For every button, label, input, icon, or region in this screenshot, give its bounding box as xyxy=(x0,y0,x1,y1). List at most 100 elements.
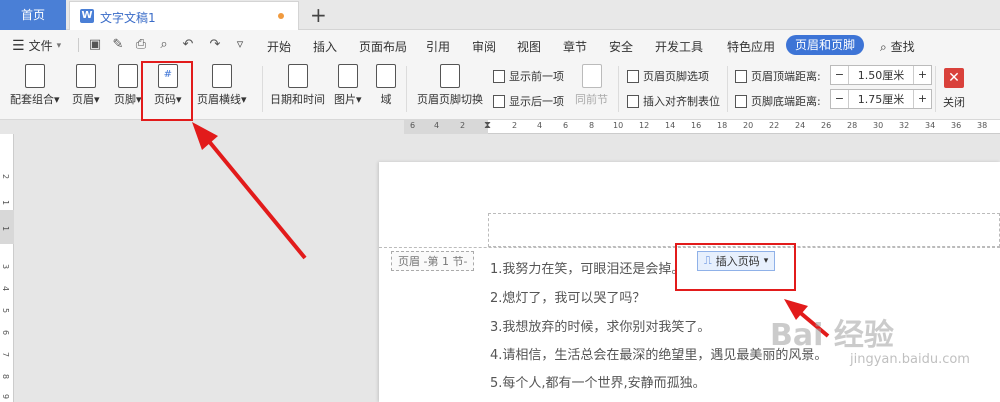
ruler-tick: 4 xyxy=(537,121,543,130)
ruler-tick: 1 xyxy=(1,225,11,232)
field-button[interactable]: 域 xyxy=(376,64,396,107)
header-button[interactable]: 页眉▾ xyxy=(72,64,100,107)
switch-header-footer-label: 页眉页脚切换 xyxy=(417,93,483,106)
menu-header-footer[interactable]: 页眉和页脚 xyxy=(786,35,864,55)
menu-review[interactable]: 审阅 xyxy=(472,38,496,55)
ruler-tick: 20 xyxy=(743,121,754,130)
horizontal-ruler[interactable]: 6 4 2 ⧗ 2 4 6 8 10 12 14 16 18 20 22 24 … xyxy=(0,120,1000,134)
ruler-tick: 10 xyxy=(613,121,624,130)
header-line-label: 页眉横线▾ xyxy=(197,93,247,106)
menu-start[interactable]: 开始 xyxy=(267,38,291,55)
ruler-tick: 12 xyxy=(639,121,650,130)
ruler-tick: 36 xyxy=(951,121,962,130)
menu-security[interactable]: 安全 xyxy=(609,38,633,55)
header-area[interactable] xyxy=(488,213,1000,247)
chevron-down-icon: ▾ xyxy=(56,40,62,51)
increase-button[interactable]: + xyxy=(913,90,931,108)
menu-developer[interactable]: 开发工具 xyxy=(655,38,703,55)
indent-marker-icon[interactable]: ⧗ xyxy=(484,120,491,131)
header-top-value[interactable]: 1.50厘米 xyxy=(849,67,913,83)
align-tab-icon xyxy=(627,94,639,108)
highlight-box-insert-page-number xyxy=(675,243,796,291)
document-line: 5.每个人,都有一个世界,安静而孤独。 xyxy=(490,376,706,391)
ruler-tick: 26 xyxy=(821,121,832,130)
save-icon[interactable]: ▣ xyxy=(87,37,103,53)
switch-header-footer-button[interactable]: 页眉页脚切换 xyxy=(417,64,483,107)
footer-button[interactable]: 页脚▾ xyxy=(114,64,142,107)
menu-bar: ☰ 文件 ▾ ▣ ✎ ⎙ ⌕ ↶ ↷ ▿ 开始 插入 页面布局 引用 审阅 视图… xyxy=(0,30,1000,60)
field-label: 域 xyxy=(380,93,392,106)
date-time-button[interactable]: 日期和时间 xyxy=(270,64,325,107)
watermark-url: jingyan.baidu.com xyxy=(850,352,970,367)
same-as-previous-label: 同前节 xyxy=(575,93,608,106)
print-preview-icon[interactable]: ⌕ xyxy=(156,37,172,53)
ruler-tick: 4 xyxy=(1,285,11,292)
app-window: 首页 W 文字文稿1 + ☰ 文件 ▾ ▣ ✎ ⎙ ⌕ ↶ ↷ ▿ 开始 插入 … xyxy=(0,0,1000,402)
hf-options-button[interactable]: 页眉页脚选项 xyxy=(627,68,709,84)
picture-button[interactable]: 图片▾ xyxy=(334,64,362,107)
writer-icon: W xyxy=(80,9,94,23)
header-section-tag: 页眉 -第 1 节- xyxy=(391,251,475,271)
footer-distance-icon xyxy=(735,94,747,108)
menu-chapter[interactable]: 章节 xyxy=(563,38,587,55)
footer-bottom-distance-label: 页脚底端距离: xyxy=(735,93,821,109)
header-top-distance-field[interactable]: − 1.50厘米 + xyxy=(830,65,932,85)
ruler-tick: 8 xyxy=(1,373,11,380)
ruler-tick: 1 xyxy=(1,199,11,206)
document-line: 3.我想放弃的时候，求你别对我笑了。 xyxy=(490,320,711,335)
redo-icon[interactable]: ↷ xyxy=(207,37,223,53)
decrease-button[interactable]: − xyxy=(831,66,849,84)
ruler-tick: 28 xyxy=(847,121,858,130)
combo-button[interactable]: 配套组合▾ xyxy=(10,64,60,107)
menu-insert[interactable]: 插入 xyxy=(313,38,337,55)
same-as-previous-icon xyxy=(581,64,602,88)
new-tab-button[interactable]: + xyxy=(310,3,327,27)
file-menu[interactable]: ☰ 文件 ▾ xyxy=(12,37,61,54)
tab-document[interactable]: W 文字文稿1 xyxy=(69,1,299,30)
show-previous-button[interactable]: 显示前一项 xyxy=(493,68,564,84)
customize-chevron-icon[interactable]: ▿ xyxy=(232,37,248,53)
footer-label: 页脚▾ xyxy=(114,93,142,106)
menu-references[interactable]: 引用 xyxy=(426,38,450,55)
menu-view[interactable]: 视图 xyxy=(517,38,541,55)
header-top-distance-label: 页眉顶端距离: xyxy=(735,68,821,84)
tab-bar: 首页 W 文字文稿1 + xyxy=(0,0,1000,30)
vertical-ruler[interactable]: 2 1 1 3 4 5 6 7 8 9 xyxy=(0,134,14,402)
ribbon-divider xyxy=(618,66,619,112)
search-button[interactable]: ⌕ 查找 xyxy=(880,38,915,55)
header-line-button[interactable]: 页眉横线▾ xyxy=(197,64,247,107)
increase-button[interactable]: + xyxy=(913,66,931,84)
ruler-tick: 30 xyxy=(873,121,884,130)
insert-align-tab-button[interactable]: 插入对齐制表位 xyxy=(627,93,720,109)
ruler-tick: 18 xyxy=(717,121,728,130)
ruler-tick: 3 xyxy=(1,263,11,270)
tab-home[interactable]: 首页 xyxy=(0,0,66,30)
decrease-button[interactable]: − xyxy=(831,90,849,108)
file-menu-label: 文件 xyxy=(28,39,53,53)
hf-options-label: 页眉页脚选项 xyxy=(643,70,709,83)
calendar-icon xyxy=(287,64,308,88)
ruler-tick: 4 xyxy=(434,121,440,130)
show-next-button[interactable]: 显示后一项 xyxy=(493,93,564,109)
menu-special-apps[interactable]: 特色应用 xyxy=(727,38,775,55)
header-icon xyxy=(75,64,96,88)
close-label[interactable]: 关闭 xyxy=(943,94,965,110)
menu-page-layout[interactable]: 页面布局 xyxy=(359,38,407,55)
footer-bottom-distance-field[interactable]: − 1.75厘米 + xyxy=(830,89,932,109)
picture-label: 图片▾ xyxy=(334,93,362,106)
print-icon[interactable]: ⎙ xyxy=(133,37,149,53)
format-painter-icon[interactable]: ✎ xyxy=(110,37,126,53)
show-previous-label: 显示前一项 xyxy=(509,70,564,83)
combo-label: 配套组合▾ xyxy=(10,93,60,106)
undo-icon[interactable]: ↶ xyxy=(180,37,196,53)
ribbon-divider xyxy=(727,66,728,112)
ruler-tick: 8 xyxy=(589,121,595,130)
ruler-tick: 6 xyxy=(563,121,569,130)
close-header-footer-icon[interactable]: ✕ xyxy=(944,68,964,88)
date-time-label: 日期和时间 xyxy=(270,93,325,106)
same-as-previous-button[interactable]: 同前节 xyxy=(575,64,608,107)
highlight-box-page-number xyxy=(141,61,193,121)
footer-bottom-value[interactable]: 1.75厘米 xyxy=(849,91,913,107)
ribbon-divider xyxy=(262,66,263,112)
ribbon-divider xyxy=(406,66,407,112)
